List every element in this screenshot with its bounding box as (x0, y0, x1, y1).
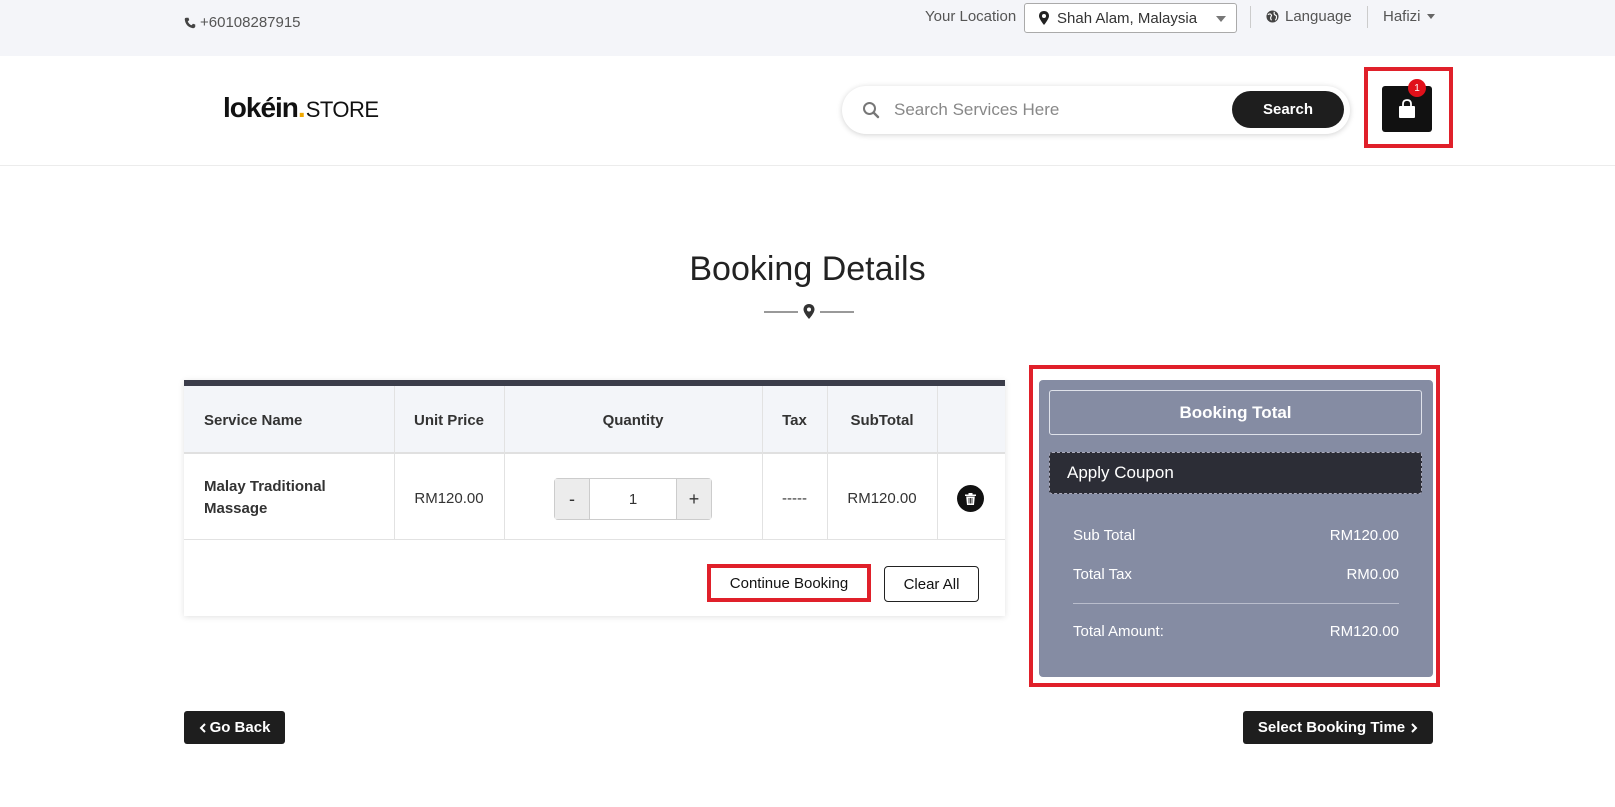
cell-tax: ----- (782, 489, 807, 507)
select-booking-time-button[interactable]: Select Booking Time (1243, 711, 1433, 744)
logo-store: STORE (305, 97, 379, 122)
location-value: Shah Alam, Malaysia (1057, 9, 1198, 27)
table-row: Malay Traditional Massage RM120.00 - 1 +… (184, 456, 1005, 540)
site-logo[interactable]: lokéin . STORE (223, 92, 379, 124)
page-title: Booking Details (689, 250, 926, 288)
go-back-button[interactable]: Go Back (184, 711, 285, 744)
sub-total-row: Sub Total RM120.00 (1073, 527, 1399, 544)
divider (1250, 6, 1251, 28)
delete-item-button[interactable] (957, 485, 984, 512)
sub-total-label: Sub Total (1073, 527, 1136, 544)
total-tax-value: RM0.00 (1346, 566, 1399, 583)
title-divider-pin-icon (764, 304, 854, 319)
globe-icon (1266, 10, 1279, 23)
cell-unit-price: RM120.00 (414, 489, 484, 507)
total-tax-label: Total Tax (1073, 566, 1132, 583)
col-service-name: Service Name (204, 411, 303, 429)
logo-dot: . (297, 92, 306, 123)
top-bar: +60108287915 Your Location Shah Alam, Ma… (0, 0, 1615, 56)
language-label: Language (1285, 8, 1352, 25)
quantity-decrement-button[interactable]: - (555, 479, 589, 519)
table-header: Service Name Unit Price Quantity Tax Sub… (184, 386, 1005, 454)
sub-total-value: RM120.00 (1329, 527, 1399, 544)
cart-count-badge: 1 (1408, 79, 1426, 97)
total-tax-row: Total Tax RM0.00 (1073, 566, 1399, 583)
phone-icon (184, 17, 196, 28)
logo-brand: lokéin (223, 92, 299, 123)
location-select[interactable]: Shah Alam, Malaysia (1024, 3, 1237, 33)
phone-contact[interactable]: +60108287915 (184, 14, 301, 31)
chevron-right-icon (1411, 722, 1418, 733)
service-name: Malay Traditional Massage (204, 478, 326, 517)
cell-service-name: Malay Traditional Massage (204, 456, 384, 540)
clear-all-button[interactable]: Clear All (884, 566, 979, 602)
search-icon (863, 102, 880, 119)
col-unit-price: Unit Price (413, 411, 485, 429)
trash-icon (965, 492, 976, 505)
quantity-input[interactable]: 1 (589, 479, 677, 519)
user-menu[interactable]: Hafizi (1383, 8, 1435, 25)
chevron-down-icon (1216, 16, 1226, 22)
divider (1367, 6, 1368, 28)
col-subtotal: SubTotal (850, 411, 914, 429)
quantity-stepper: - 1 + (554, 478, 712, 520)
map-pin-icon (1039, 11, 1049, 25)
search-button[interactable]: Search (1232, 91, 1344, 128)
col-tax: Tax (782, 411, 807, 429)
booking-total-title: Booking Total (1049, 390, 1422, 435)
go-back-label: Go Back (209, 719, 271, 736)
total-amount-label: Total Amount: (1073, 623, 1164, 640)
search-bar: Search (842, 86, 1350, 134)
site-header: lokéin . STORE Search 1 (0, 56, 1615, 166)
location-label: Your Location (925, 8, 1017, 25)
shopping-bag-icon (1399, 99, 1415, 118)
total-amount-row: Total Amount: RM120.00 (1073, 623, 1399, 640)
select-booking-time-label: Select Booking Time (1257, 719, 1406, 736)
booking-total-panel: Booking Total Apply Coupon Sub Total RM1… (1039, 380, 1433, 677)
quantity-increment-button[interactable]: + (677, 479, 711, 519)
apply-coupon-button[interactable]: Apply Coupon (1049, 452, 1422, 494)
col-quantity: Quantity (602, 411, 664, 429)
divider (1073, 603, 1399, 604)
search-input[interactable] (894, 94, 1214, 126)
phone-number: +60108287915 (200, 14, 301, 31)
chevron-left-icon (199, 722, 206, 733)
cell-subtotal: RM120.00 (847, 489, 917, 507)
continue-booking-button[interactable]: Continue Booking (714, 570, 864, 596)
booking-table-card: Service Name Unit Price Quantity Tax Sub… (184, 380, 1005, 616)
language-menu[interactable]: Language (1266, 8, 1352, 25)
chevron-down-icon (1426, 14, 1435, 19)
user-name: Hafizi (1383, 8, 1421, 25)
total-amount-value: RM120.00 (1329, 623, 1399, 640)
